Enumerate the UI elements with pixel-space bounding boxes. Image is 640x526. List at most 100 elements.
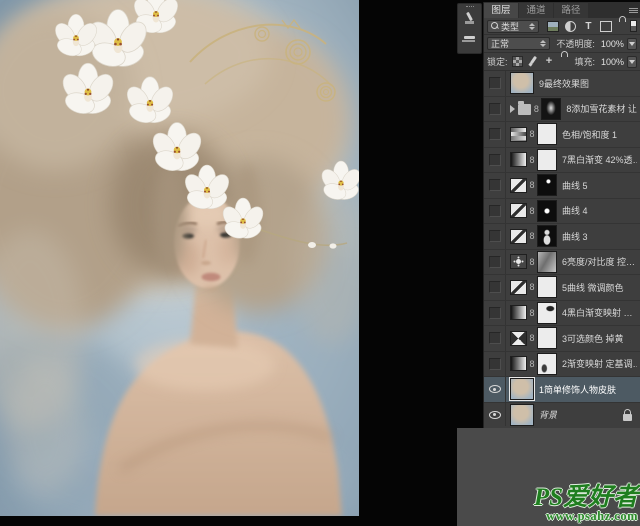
layer-row[interactable]: 8曲线 3 — [484, 224, 640, 250]
layer-thumbnail[interactable] — [510, 72, 534, 94]
layer-visibility-toggle[interactable] — [484, 173, 506, 198]
curves-adjustment-icon[interactable] — [510, 178, 527, 193]
lock-pixels-icon[interactable] — [528, 56, 539, 67]
hue-saturation-adjustment-icon[interactable] — [510, 127, 527, 142]
eye-hidden-box — [489, 230, 501, 242]
lock-icons: + — [512, 56, 571, 67]
group-expand-icon[interactable] — [510, 105, 515, 113]
layer-visibility-toggle[interactable] — [484, 403, 506, 427]
mask-link-icon: 8 — [528, 206, 536, 216]
blend-mode-select[interactable]: 正常 — [487, 37, 550, 50]
layer-mask-thumbnail[interactable] — [537, 225, 557, 247]
layer-mask-thumbnail[interactable] — [537, 174, 557, 196]
layer-row[interactable]: 8曲线 5 — [484, 173, 640, 199]
mask-link-icon: 8 — [528, 282, 536, 292]
layer-visibility-toggle[interactable] — [484, 326, 506, 351]
smart-object-filter-icon[interactable] — [618, 21, 630, 32]
layer-mask-thumbnail[interactable] — [537, 251, 557, 273]
layer-row-content: 83可选颜色 掉黄 — [506, 326, 640, 351]
curves-adjustment-icon[interactable] — [510, 280, 527, 295]
eye-icon — [489, 411, 501, 419]
tab-paths[interactable]: 路径 — [554, 3, 588, 18]
layer-visibility-toggle[interactable] — [484, 275, 506, 300]
clone-source-panel-icon[interactable] — [461, 29, 478, 45]
gradient-adjustment-icon[interactable] — [510, 356, 527, 371]
layer-visibility-toggle[interactable] — [484, 224, 506, 249]
layer-row[interactable]: 82渐变映射 定基调… — [484, 352, 640, 378]
filter-kind-label: 类型 — [501, 20, 527, 33]
filter-toggle[interactable] — [630, 20, 637, 32]
lock-all-icon[interactable] — [560, 56, 571, 67]
selective-color-adjustment-icon[interactable] — [510, 331, 527, 346]
canvas-image[interactable] — [0, 0, 359, 516]
fill-dropdown-button[interactable] — [627, 56, 637, 68]
layer-visibility-toggle[interactable] — [484, 97, 506, 122]
panel-tab-bar: 图层 通道 路径 — [484, 2, 640, 18]
tab-layers[interactable]: 图层 — [484, 3, 518, 18]
dock-grip[interactable] — [466, 6, 474, 8]
layer-visibility-toggle[interactable] — [484, 250, 506, 275]
layer-visibility-toggle[interactable] — [484, 352, 506, 377]
layer-mask-thumbnail[interactable] — [537, 149, 557, 171]
layer-row[interactable]: 86亮度/对比度 控… — [484, 250, 640, 276]
lock-transparency-icon[interactable] — [512, 56, 523, 67]
adjustment-filter-icon[interactable] — [565, 21, 576, 32]
opacity-dropdown-button[interactable] — [627, 38, 637, 50]
mask-link-icon: 8 — [528, 308, 536, 318]
layer-row[interactable]: 87黑白渐变 42%透… — [484, 148, 640, 174]
gradient-adjustment-icon[interactable] — [510, 152, 527, 167]
layer-mask-thumbnail[interactable] — [541, 98, 561, 120]
layers-panel: 图层 通道 路径 类型 T 正常 — [483, 2, 640, 428]
layer-row[interactable]: 8色相/饱和度 1 — [484, 122, 640, 148]
layer-visibility-toggle[interactable] — [484, 122, 506, 147]
layer-name: 曲线 4 — [562, 204, 588, 217]
layer-row-content: 82渐变映射 定基调… — [506, 352, 640, 377]
eye-hidden-box — [489, 256, 501, 268]
filter-kind-select[interactable]: 类型 — [487, 20, 539, 33]
brush-panel-icon[interactable] — [461, 11, 478, 27]
shape-filter-icon[interactable] — [600, 21, 612, 32]
lock-label: 锁定: — [487, 55, 508, 68]
tab-channels[interactable]: 通道 — [519, 3, 553, 18]
curves-adjustment-icon[interactable] — [510, 229, 527, 244]
layer-mask-thumbnail[interactable] — [537, 302, 557, 324]
layer-row[interactable]: 背景 — [484, 403, 640, 427]
layer-list: 9最终效果图88添加雪花素材 让…8色相/饱和度 187黑白渐变 42%透…8曲… — [484, 71, 640, 426]
layer-row[interactable]: 88添加雪花素材 让… — [484, 97, 640, 123]
fill-value[interactable]: 100% — [598, 57, 624, 67]
eye-hidden-box — [489, 154, 501, 166]
layer-thumbnail[interactable] — [510, 404, 534, 426]
layer-name: 3可选颜色 掉黄 — [562, 332, 624, 345]
watermark-url: www.psahz.com — [534, 510, 638, 523]
layer-row[interactable]: 8 曲线 4 — [484, 199, 640, 225]
opacity-value[interactable]: 100% — [598, 39, 624, 49]
layer-row-content: 8曲线 5 — [506, 173, 640, 198]
image-filter-icon[interactable] — [547, 21, 559, 32]
panel-menu-icon[interactable] — [629, 7, 638, 14]
layer-row[interactable]: 1简单修饰人物皮肤 — [484, 377, 640, 403]
layer-mask-thumbnail[interactable] — [537, 200, 557, 222]
layer-visibility-toggle[interactable] — [484, 301, 506, 326]
curves-adjustment-icon[interactable] — [510, 203, 527, 218]
brightness-contrast-adjustment-icon[interactable] — [510, 254, 527, 269]
layer-visibility-toggle[interactable] — [484, 377, 506, 402]
layer-thumbnail[interactable] — [510, 378, 534, 400]
lock-position-icon[interactable]: + — [544, 56, 555, 67]
layer-row[interactable]: 85曲线 微调颜色 — [484, 275, 640, 301]
layer-row[interactable]: 84黑白渐变映射 … — [484, 301, 640, 327]
eye-hidden-box — [489, 205, 501, 217]
lock-row: 锁定: + 填充: 100% — [484, 53, 640, 71]
layer-row[interactable]: 83可选颜色 掉黄 — [484, 326, 640, 352]
layer-visibility-toggle[interactable] — [484, 199, 506, 224]
layer-visibility-toggle[interactable] — [484, 71, 506, 96]
layer-mask-thumbnail[interactable] — [537, 353, 557, 375]
gradient-adjustment-icon[interactable] — [510, 305, 527, 320]
layer-visibility-toggle[interactable] — [484, 148, 506, 173]
type-filter-icon[interactable]: T — [582, 21, 594, 32]
layer-mask-thumbnail[interactable] — [537, 327, 557, 349]
layer-row[interactable]: 9最终效果图 — [484, 71, 640, 97]
watermark: PS爱好者 www.psahz.com — [534, 485, 638, 523]
layer-mask-thumbnail[interactable] — [537, 276, 557, 298]
layer-mask-thumbnail[interactable] — [537, 123, 557, 145]
layer-name: 9最终效果图 — [539, 77, 589, 90]
